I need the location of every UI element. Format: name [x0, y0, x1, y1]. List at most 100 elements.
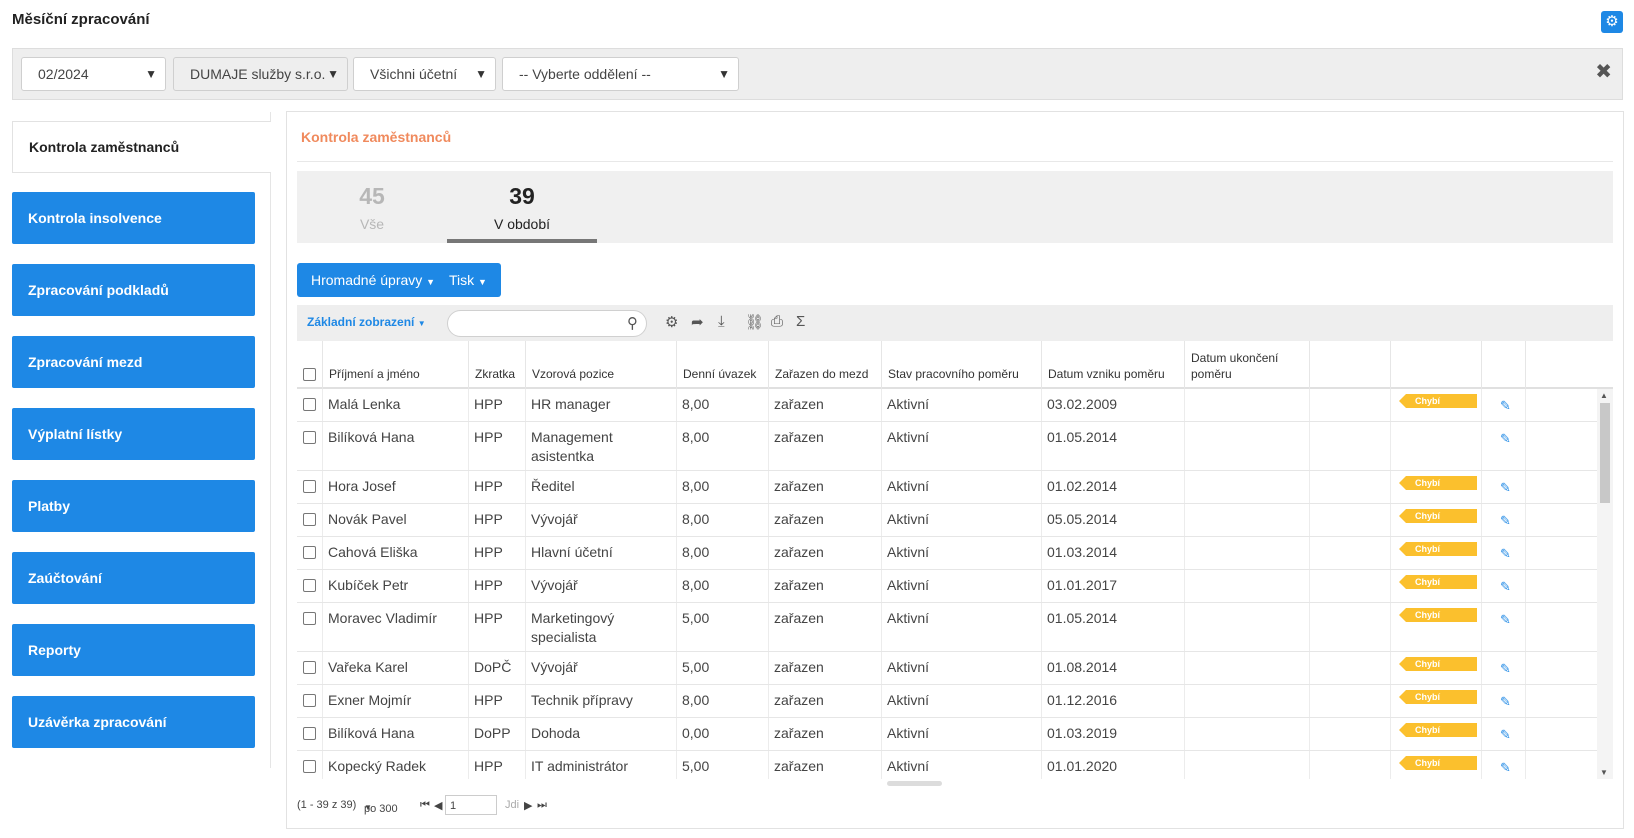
filler-cell [1526, 471, 1597, 503]
view-dropdown-label: Základní zobrazení [307, 315, 415, 329]
tab-all[interactable]: 45 Vše [297, 171, 447, 243]
start-date: 03.02.2009 [1042, 389, 1185, 421]
row-checkbox[interactable] [303, 727, 316, 740]
table-row[interactable]: Novák Pavel HPP Vývojář 8,00 zařazen Aktivní 0… [297, 504, 1613, 537]
tab-in-period[interactable]: 39 V období [447, 171, 597, 243]
edit-icon[interactable]: ✎ [1500, 692, 1511, 711]
header-start-date[interactable]: Datum vzniku poměru [1042, 341, 1185, 389]
header-status[interactable]: Stav pracovního poměru [882, 341, 1042, 389]
empty-cell [1310, 570, 1391, 602]
period-select[interactable]: 02/2024 ▼ [21, 57, 166, 91]
row-checkbox[interactable] [303, 480, 316, 493]
table-row[interactable]: Malá Lenka HPP HR manager 8,00 zařazen Aktivn… [297, 389, 1613, 422]
row-checkbox[interactable] [303, 546, 316, 559]
edit-icon[interactable]: ✎ [1500, 577, 1511, 596]
sidebar-item-payslips[interactable]: Výplatní lístky [12, 408, 255, 460]
edit-icon[interactable]: ✎ [1500, 659, 1511, 678]
sigma-icon[interactable]: Σ [796, 313, 805, 330]
bulk-edit-button[interactable]: Hromadné úpravy ▼ [297, 263, 450, 297]
table-row[interactable]: Cahová Eliška HPP Hlavní účetní 8,00 zařazen… [297, 537, 1613, 570]
edit-icon[interactable]: ✎ [1500, 429, 1511, 448]
accountant-select[interactable]: Všichni účetní ▼ [353, 57, 496, 91]
print-icon[interactable]: ⎙ [771, 313, 783, 330]
view-dropdown[interactable]: Základní zobrazení ▼ [307, 315, 426, 329]
edit-icon[interactable]: ✎ [1500, 396, 1511, 415]
department-select[interactable]: -- Vyberte oddělení -- ▼ [502, 57, 739, 91]
header-hours[interactable]: Denní úvazek [677, 341, 769, 389]
employment-status: Aktivní [882, 422, 1042, 470]
sidebar-item-accounting[interactable]: Zaúčtování [12, 552, 255, 604]
table-row[interactable]: Vařeka Karel DoPČ Vývojář 5,00 zařazen Aktivn… [297, 652, 1613, 685]
print-button[interactable]: Tisk ▼ [435, 263, 501, 297]
header-abbr[interactable]: Zkratka [469, 341, 526, 389]
table-row[interactable]: Kopecký Radek HPP IT administrátor 5,00 zařa… [297, 751, 1613, 779]
page-input[interactable]: 1 [445, 795, 497, 815]
sidebar-item-source-processing[interactable]: Zpracování podkladů [12, 264, 255, 316]
header-position[interactable]: Vzorová pozice [526, 341, 677, 389]
payroll-included: zařazen [769, 685, 882, 717]
table-row[interactable]: Kubíček Petr HPP Vývojář 8,00 zařazen Aktivní… [297, 570, 1613, 603]
row-checkbox[interactable] [303, 431, 316, 444]
header-included[interactable]: Zařazen do mezd [769, 341, 882, 389]
department-select-value: -- Vyberte oddělení -- [519, 66, 651, 82]
table-row[interactable]: Exner Mojmír HPP Technik přípravy 8,00 zařaz… [297, 685, 1613, 718]
row-checkbox[interactable] [303, 513, 316, 526]
row-checkbox[interactable] [303, 579, 316, 592]
edit-cell: ✎ [1482, 603, 1526, 651]
sidebar-item-reports[interactable]: Reporty [12, 624, 255, 676]
counter-tabs: 45 Vše 39 V období [297, 171, 1613, 243]
scroll-down-icon[interactable]: ▼ [1600, 768, 1608, 777]
search-icon[interactable]: ⚲ [627, 314, 638, 332]
table-row[interactable]: Bilíková Hana DoPP Dohoda 0,00 zařazen Aktivn… [297, 718, 1613, 751]
row-checkbox[interactable] [303, 612, 316, 625]
edit-icon[interactable]: ✎ [1500, 544, 1511, 563]
edit-icon[interactable]: ✎ [1500, 725, 1511, 744]
sidebar-item-employee-check[interactable]: Kontrola zaměstnanců [12, 121, 271, 173]
sidebar-item-closing[interactable]: Uzávěrka zpracování [12, 696, 255, 748]
first-page-icon[interactable]: ⏮ [420, 799, 430, 812]
row-select-cell [297, 685, 323, 717]
edit-icon[interactable]: ✎ [1500, 511, 1511, 530]
close-icon[interactable]: ✖ [1595, 59, 1612, 84]
sidebar-item-payroll-processing[interactable]: Zpracování mezd [12, 336, 255, 388]
scrollbar-thumb[interactable] [1600, 403, 1610, 503]
badge-cell: Chybí [1391, 537, 1482, 569]
start-date: 01.03.2019 [1042, 718, 1185, 750]
row-checkbox[interactable] [303, 398, 316, 411]
employment-status: Aktivní [882, 603, 1042, 651]
table-row[interactable]: Moravec Vladimír HPP Marketingový speciali… [297, 603, 1613, 652]
link-icon[interactable]: ⛓ [745, 313, 764, 331]
edit-icon[interactable]: ✎ [1500, 610, 1511, 629]
last-page-icon[interactable]: ⏭ [537, 799, 547, 812]
row-checkbox[interactable] [303, 694, 316, 707]
header-end-date[interactable]: Datum ukončení poměru [1185, 341, 1310, 389]
edit-icon[interactable]: ✎ [1500, 478, 1511, 497]
sidebar-item-insolvency-check[interactable]: Kontrola insolvence [12, 192, 255, 244]
scroll-up-icon[interactable]: ▲ [1600, 391, 1608, 400]
empty-cell [1310, 718, 1391, 750]
chevron-down-icon: ▼ [475, 67, 487, 81]
table-row[interactable]: Hora Josef HPP Ředitel 8,00 zařazen Aktivní 01… [297, 471, 1613, 504]
position: Vývojář [526, 652, 677, 684]
go-button[interactable]: Jdi [505, 799, 519, 811]
prev-page-icon[interactable]: ◀ [434, 799, 442, 812]
gear-icon[interactable]: ⚙ [665, 313, 678, 331]
settings-button[interactable]: ⚙ [1601, 11, 1623, 33]
vertical-scrollbar[interactable]: ▲ ▼ [1597, 389, 1613, 779]
select-all-checkbox[interactable] [303, 368, 316, 381]
next-page-icon[interactable]: ▶ [524, 799, 532, 812]
pager-summary: (1 - 39 z 39) [297, 799, 357, 811]
edit-icon[interactable]: ✎ [1500, 758, 1511, 777]
row-checkbox[interactable] [303, 760, 316, 773]
contract-abbr: DoPČ [469, 652, 526, 684]
company-select[interactable]: DUMAJE služby s.r.o. ▼ [173, 57, 348, 91]
table-row[interactable]: Bilíková Hana HPP Management asistentka 8,0… [297, 422, 1613, 471]
sidebar-item-payments[interactable]: Platby [12, 480, 255, 532]
header-name[interactable]: Příjmení a jméno [323, 341, 469, 389]
horizontal-scrollbar[interactable] [887, 781, 942, 786]
share-icon[interactable]: ➦ [691, 313, 704, 331]
row-checkbox[interactable] [303, 661, 316, 674]
company-select-value: DUMAJE služby s.r.o. [190, 66, 326, 82]
search-input[interactable]: ⚲ [447, 310, 647, 337]
download-icon[interactable]: ⤓ [718, 313, 725, 330]
